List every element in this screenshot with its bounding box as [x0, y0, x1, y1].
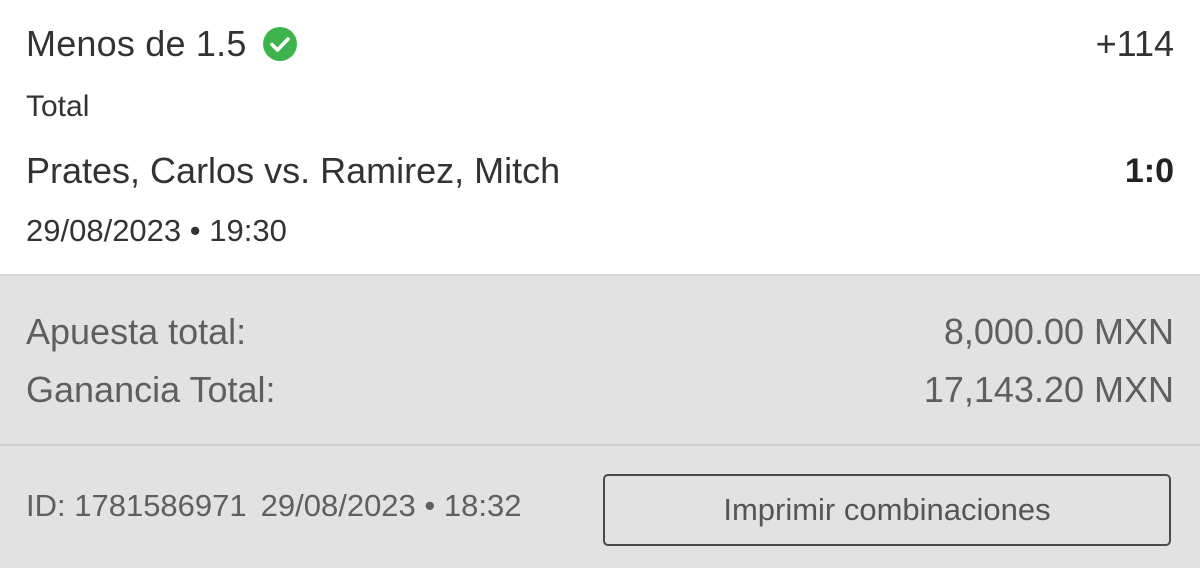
- payout-label: Ganancia Total:: [26, 369, 276, 410]
- event-datetime-row: 29/08/2023 • 19:30: [26, 208, 1174, 254]
- bet-summary-panel: Apuesta total: 8,000.00 MXN Ganancia Tot…: [0, 276, 1200, 446]
- bet-id-info: ID: 1781586971 29/08/2023 • 18:32: [26, 488, 521, 524]
- selection-name: Menos de 1.5: [26, 23, 247, 64]
- stake-row: Apuesta total: 8,000.00 MXN: [26, 308, 1174, 356]
- market-name: Total: [26, 90, 90, 123]
- print-combinations-button[interactable]: Imprimir combinaciones: [603, 474, 1171, 546]
- odds-value: +114: [1095, 23, 1174, 64]
- bet-placed-datetime: 29/08/2023 • 18:32: [260, 488, 522, 523]
- bet-id: ID: 1781586971: [26, 488, 247, 523]
- payout-value: 17,143.20 MXN: [923, 369, 1174, 410]
- stake-label: Apuesta total:: [26, 311, 247, 352]
- event-row: Prates, Carlos vs. Ramirez, Mitch 1:0: [26, 146, 1174, 196]
- event-datetime: 29/08/2023 • 19:30: [26, 213, 287, 248]
- payout-row: Ganancia Total: 17,143.20 MXN: [26, 366, 1174, 414]
- selection-row: Menos de 1.5 +114: [26, 20, 1174, 68]
- selection-left: Menos de 1.5: [26, 23, 297, 65]
- market-row: Total: [26, 86, 1174, 128]
- event-name: Prates, Carlos vs. Ramirez, Mitch: [26, 150, 561, 191]
- bet-selection-panel: Menos de 1.5 +114 Total Prates, Carlos v…: [0, 0, 1200, 276]
- bet-footer: ID: 1781586971 29/08/2023 • 18:32 Imprimi…: [0, 446, 1200, 568]
- check-circle-icon: [262, 27, 297, 61]
- event-score: 1:0: [1124, 151, 1174, 190]
- stake-value: 8,000.00 MXN: [943, 311, 1174, 352]
